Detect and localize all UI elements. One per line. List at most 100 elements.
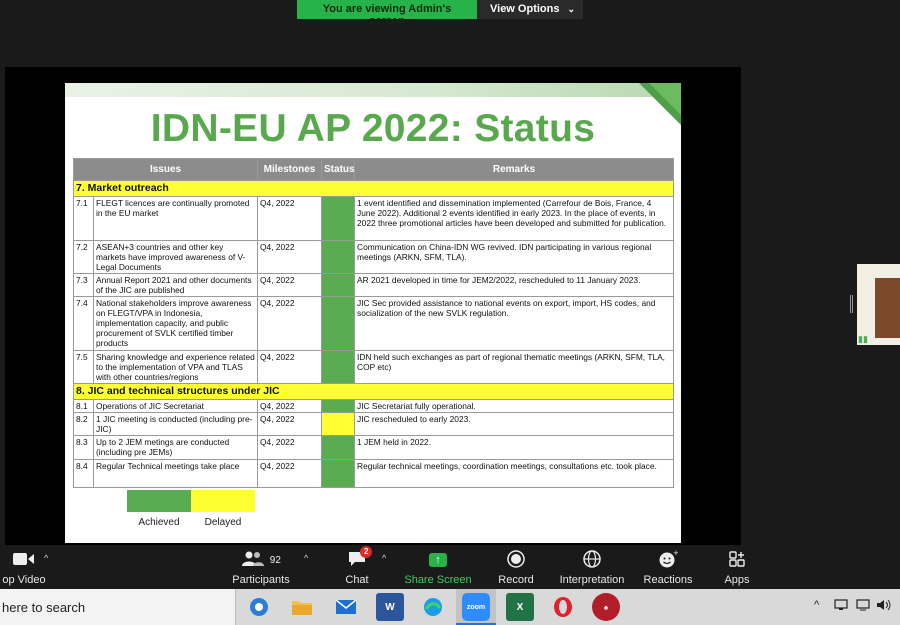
share-screen-button[interactable]: ↑ Share Screen <box>402 545 474 589</box>
row-milestone: Q4, 2022 <box>257 435 323 461</box>
participants-options-caret-icon[interactable]: ^ <box>304 553 308 563</box>
share-screen-icon: ↑ <box>402 545 474 567</box>
row-status-achieved <box>321 459 356 489</box>
row-remarks: Communication on China-IDN WG revived. I… <box>354 239 675 274</box>
view-options-button[interactable]: View Options ⌄ <box>477 0 583 19</box>
table-row: 7.1 FLEGT licences are continually promo… <box>73 195 675 241</box>
viewing-banner: You are viewing Admin's screen View Opti… <box>297 0 583 27</box>
legend-label: Achieved <box>138 517 180 528</box>
participant-video <box>875 278 900 338</box>
opera-icon[interactable] <box>549 593 577 621</box>
row-milestone: Q4, 2022 <box>257 349 323 385</box>
tray-display-icon[interactable] <box>856 599 870 614</box>
apps-label: Apps <box>724 574 750 586</box>
row-status-achieved <box>321 349 356 385</box>
row-status-achieved <box>321 398 356 413</box>
status-legend: Achieved Delayed <box>127 490 255 528</box>
row-number: 8.1 <box>73 398 94 413</box>
video-label: op Video <box>2 574 46 586</box>
record-button[interactable]: Record <box>492 545 540 589</box>
reactions-label: Reactions <box>643 574 693 586</box>
row-status-achieved <box>321 272 356 297</box>
record-icon <box>492 545 540 568</box>
row-issue: Sharing knowledge and experience related… <box>92 349 259 385</box>
participant-video-thumbnail[interactable]: ▮▮ <box>857 264 900 345</box>
row-status-achieved <box>321 435 356 461</box>
table-row: 8.1 Operations of JIC Secretariat Q4, 20… <box>73 398 675 413</box>
table-row: 7.2 ASEAN+3 countries and other key mark… <box>73 239 675 274</box>
interpretation-button[interactable]: Interpretation <box>555 545 629 589</box>
edge-legacy-icon[interactable] <box>245 593 273 621</box>
word-icon[interactable]: W <box>376 593 404 621</box>
chat-options-caret-icon[interactable]: ^ <box>382 553 386 563</box>
legend-swatch-delayed <box>191 490 255 512</box>
file-explorer-icon[interactable] <box>288 593 316 621</box>
participants-count: 92 <box>269 555 281 566</box>
row-milestone: Q4, 2022 <box>257 239 323 274</box>
header-milestones: Milestones <box>257 158 323 181</box>
row-remarks: JIC Sec provided assistance to national … <box>354 295 675 351</box>
row-number: 7.3 <box>73 272 94 297</box>
mail-icon[interactable] <box>332 593 360 621</box>
share-screen-label: Share Screen <box>404 574 472 586</box>
presentation-slide: IDN-EU AP 2022: Status Issues Milestones… <box>65 83 681 543</box>
section-row: 8. JIC and technical structures under JI… <box>72 383 675 400</box>
row-number: 8.3 <box>73 435 94 461</box>
game-icon[interactable]: ♠ <box>592 593 620 621</box>
resize-handle[interactable] <box>850 295 853 313</box>
row-issue: ASEAN+3 countries and other key markets … <box>92 239 259 274</box>
legend-item-achieved: Achieved <box>127 490 191 528</box>
chat-icon <box>336 545 378 567</box>
legend-label: Delayed <box>204 517 242 528</box>
viewing-text: You are viewing Admin's screen <box>297 0 477 27</box>
table-row: 8.3 Up to 2 JEM metings are conducted (i… <box>73 435 675 461</box>
tray-volume-icon[interactable] <box>876 599 892 614</box>
participants-button[interactable]: 92 Participants <box>228 545 294 589</box>
status-table: Issues Milestones Status Remarks 7. Mark… <box>72 158 675 489</box>
section-title: 7. Market outreach <box>72 180 675 197</box>
legend-item-delayed: Delayed <box>191 490 255 528</box>
row-issue: Annual Report 2021 and other documents o… <box>92 272 259 297</box>
globe-icon <box>555 545 629 568</box>
svg-text:+: + <box>673 550 678 557</box>
excel-icon[interactable]: X <box>506 593 534 621</box>
row-remarks: 1 JEM held in 2022. <box>354 435 675 461</box>
header-issues: Issues <box>72 158 259 181</box>
apps-button[interactable]: Apps <box>718 545 756 589</box>
row-number: 7.1 <box>73 195 94 241</box>
row-number: 8.4 <box>73 459 94 489</box>
row-milestone: Q4, 2022 <box>257 295 323 351</box>
zoom-meeting-window: You are viewing Admin's screen View Opti… <box>0 0 900 625</box>
table-header-row: Issues Milestones Status Remarks <box>72 158 675 181</box>
taskbar-search-box[interactable]: here to search <box>0 589 236 625</box>
tray-network-icon[interactable] <box>834 599 848 614</box>
row-number: 8.2 <box>73 411 94 437</box>
row-remarks: JIC rescheduled to early 2023. <box>354 411 675 437</box>
view-options-label: View Options <box>490 3 560 15</box>
row-issue: FLEGT licences are continually promoted … <box>92 195 259 241</box>
table-row: 7.3 Annual Report 2021 and other documen… <box>73 272 675 297</box>
participants-icon: 92 <box>228 545 294 567</box>
zoom-icon[interactable]: zoom <box>462 593 490 621</box>
chevron-down-icon: ⌄ <box>567 4 575 14</box>
row-issue: Regular Technical meetings take place <box>92 459 259 489</box>
section-title: 8. JIC and technical structures under JI… <box>72 383 675 400</box>
table-row: 8.2 1 JIC meeting is conducted (includin… <box>73 411 675 437</box>
row-number: 7.5 <box>73 349 94 385</box>
video-button[interactable]: op Video <box>0 545 48 589</box>
row-issue: Up to 2 JEM metings are conducted (inclu… <box>92 435 259 461</box>
video-options-caret-icon[interactable]: ^ <box>44 553 48 563</box>
interpretation-label: Interpretation <box>559 574 625 586</box>
shared-screen: IDN-EU AP 2022: Status Issues Milestones… <box>5 67 741 545</box>
participants-label: Participants <box>232 574 290 586</box>
search-placeholder: here to search <box>2 600 86 615</box>
table-row: 8.4 Regular Technical meetings take plac… <box>73 459 675 489</box>
tray-chevron-up-icon[interactable]: ^ <box>814 599 819 611</box>
row-number: 7.2 <box>73 239 94 274</box>
chat-button[interactable]: 2 Chat <box>336 545 378 589</box>
row-remarks: JIC Secretariat fully operational. <box>354 398 675 413</box>
reactions-button[interactable]: + Reactions <box>641 545 695 589</box>
row-status-achieved <box>321 195 356 241</box>
edge-icon[interactable] <box>419 593 447 621</box>
row-milestone: Q4, 2022 <box>257 459 323 489</box>
